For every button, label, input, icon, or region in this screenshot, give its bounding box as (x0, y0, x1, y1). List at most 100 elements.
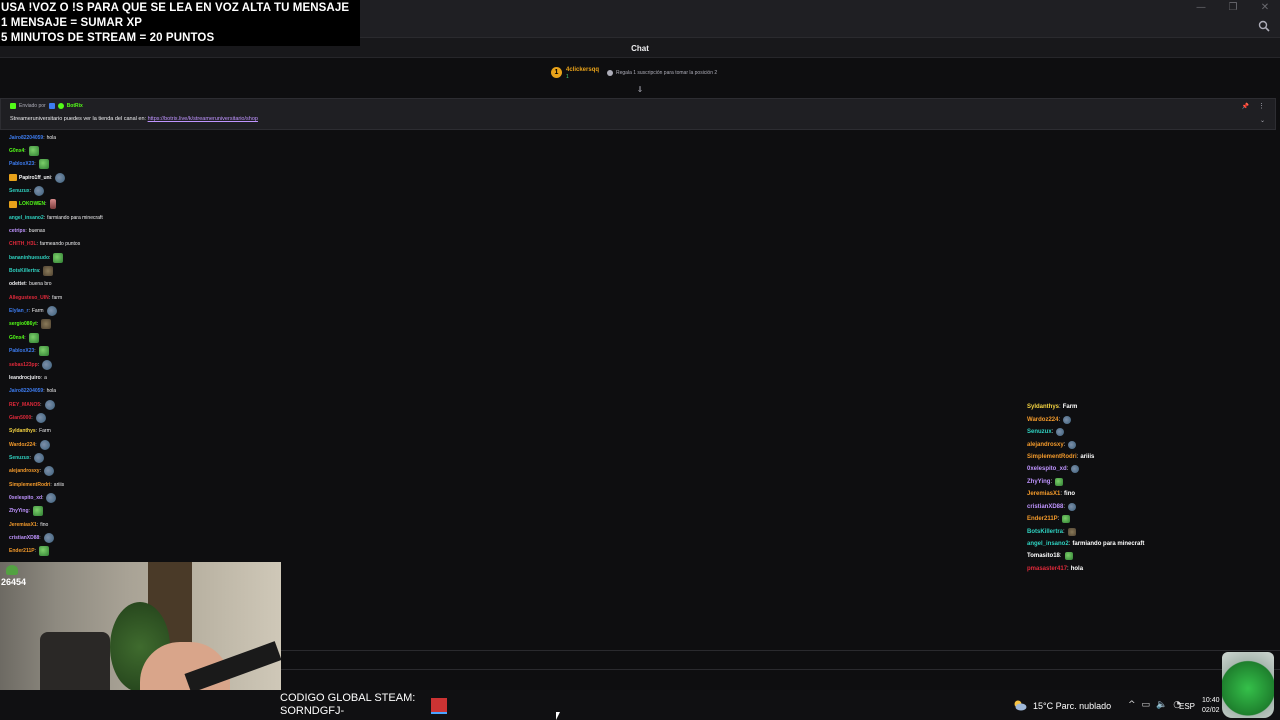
chat-username[interactable]: Ender211P (1027, 516, 1058, 522)
pinned-bot-name[interactable]: BotRix (67, 103, 83, 109)
chat-separator: : (42, 494, 44, 501)
peepo-emote-icon (42, 359, 53, 370)
minimize-button[interactable]: — (1194, 2, 1208, 13)
chat-message: odettet: buena bro (9, 278, 309, 291)
chat-username[interactable]: Gian5000 (9, 415, 31, 421)
chat-username[interactable]: ZhyYing (9, 508, 29, 514)
chat-username[interactable]: BotsKillertra (9, 268, 39, 274)
chat-username[interactable]: BotsKillertra (1027, 529, 1063, 535)
chat-message: Senuzux: (9, 451, 309, 464)
chat-username[interactable]: PabloxX23 (9, 161, 34, 167)
overlay-chat-message: alejandrosxy : (1027, 438, 1227, 450)
chat-username[interactable]: 0xelespito_xd (9, 495, 42, 501)
chat-text: Farm (1062, 404, 1078, 411)
chat-username[interactable]: Syldanthys (1027, 404, 1059, 410)
overlay-chat-message: angel_insano2 : farmiando para minecraft (1027, 538, 1227, 550)
chat-username[interactable]: Tomasito18 (1027, 553, 1060, 559)
peepo-emote-icon (1068, 502, 1077, 511)
more-options-icon[interactable]: ⋮ (1258, 102, 1265, 110)
chat-username[interactable]: Jairo82204059 (9, 388, 43, 394)
peepo-emote-icon (33, 452, 44, 463)
chat-username[interactable]: alejandrosxy (1027, 442, 1064, 448)
chat-message: G0nx4: (9, 331, 309, 344)
chat-username[interactable]: cristianXD88 (1027, 504, 1063, 510)
chat-message: angel_insano2: farmiando para minecraft (9, 211, 309, 224)
overlay-chat-message: SimplementRodri : ariiis (1027, 451, 1227, 463)
maximize-button[interactable]: ❐ (1226, 2, 1240, 13)
chat-message: SimplementRodri: ariiis (9, 478, 309, 491)
chat-username[interactable]: CHITH_H3L (9, 241, 37, 247)
chat-separator: : (1060, 491, 1063, 498)
chat-message: sebas123pp: (9, 358, 309, 371)
chat-username[interactable]: sebas123pp (9, 362, 38, 368)
peepo-emote-icon (44, 399, 55, 410)
chat-username[interactable]: Jairo82204059 (9, 135, 43, 141)
chat-username[interactable]: 0xelespito_xd (1027, 466, 1067, 472)
chat-username[interactable]: SimplementRodri (9, 482, 50, 488)
chat-username[interactable]: bananinhuesudo (9, 255, 49, 261)
pinned-message-text: Streameruniversitario puedes ver la tien… (10, 116, 258, 122)
chat-message: CHITH_H3L: farmeando puntos (9, 238, 309, 251)
chat-username[interactable]: alejandrosxy (9, 468, 40, 474)
chat-message: 0xelespito_xd: (9, 491, 309, 504)
chat-username[interactable]: angel_insano2 (1027, 541, 1069, 547)
chat-username[interactable]: Wardoz224 (1027, 417, 1058, 423)
gift-subscription-prompt[interactable]: Regala 1 suscripción para tomar la posic… (607, 70, 717, 76)
chat-separator: : (48, 294, 51, 301)
chat-username[interactable]: cetrips (9, 228, 25, 234)
chat-username[interactable]: odettet (9, 281, 26, 287)
chevron-down-icon[interactable]: ⌄ (1260, 117, 1265, 124)
chat-username[interactable]: cristianXD88 (9, 535, 39, 541)
chat-separator: : (1059, 553, 1062, 560)
chat-username[interactable]: Senuzux (9, 188, 30, 194)
chat-username[interactable]: sergio086yt (9, 321, 37, 327)
chat-username[interactable]: G0nx4 (9, 148, 24, 154)
chat-username[interactable]: Wardoz224 (9, 442, 35, 448)
pinned-message: Enviado por BotRix Streameruniversitario… (0, 98, 1276, 130)
chat-username[interactable]: G0nx4 (9, 335, 24, 341)
chat-username[interactable]: JeremiasX1 (9, 522, 37, 528)
chat-message: cetrips: buenas (9, 224, 309, 237)
chat-username[interactable]: Senuzux (9, 455, 30, 461)
chat-separator: : (34, 161, 36, 168)
chat-username[interactable]: pmasaster417 (1027, 566, 1067, 572)
chat-separator: : (24, 334, 26, 341)
taskbar-app-icon[interactable] (431, 698, 447, 714)
chat-username[interactable]: Syldanthys (9, 428, 36, 434)
chat-username[interactable]: angel_insano2 (9, 215, 44, 221)
chat-username[interactable]: Ender211P (9, 548, 35, 554)
chat-title: Chat (631, 44, 649, 53)
chat-username[interactable]: LOKOWEN (19, 201, 45, 207)
expand-leaderboard-icon[interactable]: ⇓ (636, 86, 644, 94)
pin-icon[interactable]: 📌 (1242, 103, 1249, 110)
system-tray: ^ ▭ 🔈 ◔ (1128, 700, 1181, 710)
chat-separator: : (34, 548, 36, 555)
chevron-up-icon[interactable]: ^ (1128, 700, 1136, 710)
chat-username[interactable]: Senuzux (1027, 429, 1052, 435)
chat-username[interactable]: SimplementRodri (1027, 454, 1077, 460)
gift-icon (607, 70, 613, 76)
search-icon[interactable] (1258, 20, 1270, 32)
chat-separator: : (1066, 466, 1069, 473)
chat-username[interactable]: PabloxX23 (9, 348, 34, 354)
chat-username[interactable]: ElyIan_r (9, 308, 28, 314)
chat-username[interactable]: ZhyYing (1027, 479, 1050, 485)
taskbar-clock[interactable]: 10:40 02/02 (1202, 696, 1220, 716)
language-indicator[interactable]: ESP (1179, 702, 1195, 711)
shop-link[interactable]: https://botrix.live/k/streameruniversita… (148, 116, 258, 122)
chat-input-area[interactable] (281, 650, 1280, 670)
chat-username[interactable]: leandrocjuiro (9, 375, 41, 381)
overlay-chat-message: cristianXD88 : (1027, 501, 1227, 513)
network-icon[interactable]: ▭ (1142, 700, 1151, 710)
close-button[interactable]: ✕ (1258, 2, 1272, 13)
chat-username[interactable]: REY_MANO5 (9, 402, 40, 408)
chat-username[interactable]: JeremiasX1 (1027, 491, 1060, 497)
chat-separator: : (35, 441, 37, 448)
chat-username[interactable]: Papiro1ff_uni (19, 175, 51, 181)
volume-icon[interactable]: 🔈 (1156, 700, 1167, 710)
chat-username[interactable]: Allegusteso_UIN (9, 295, 49, 301)
cloud-sun-icon[interactable] (1012, 699, 1027, 711)
pink-emote-icon (49, 199, 56, 210)
leaderboard-entry[interactable]: 1 4clickersqq 1 (551, 67, 599, 80)
weather-text[interactable]: 15°C Parc. nublado (1033, 701, 1111, 711)
